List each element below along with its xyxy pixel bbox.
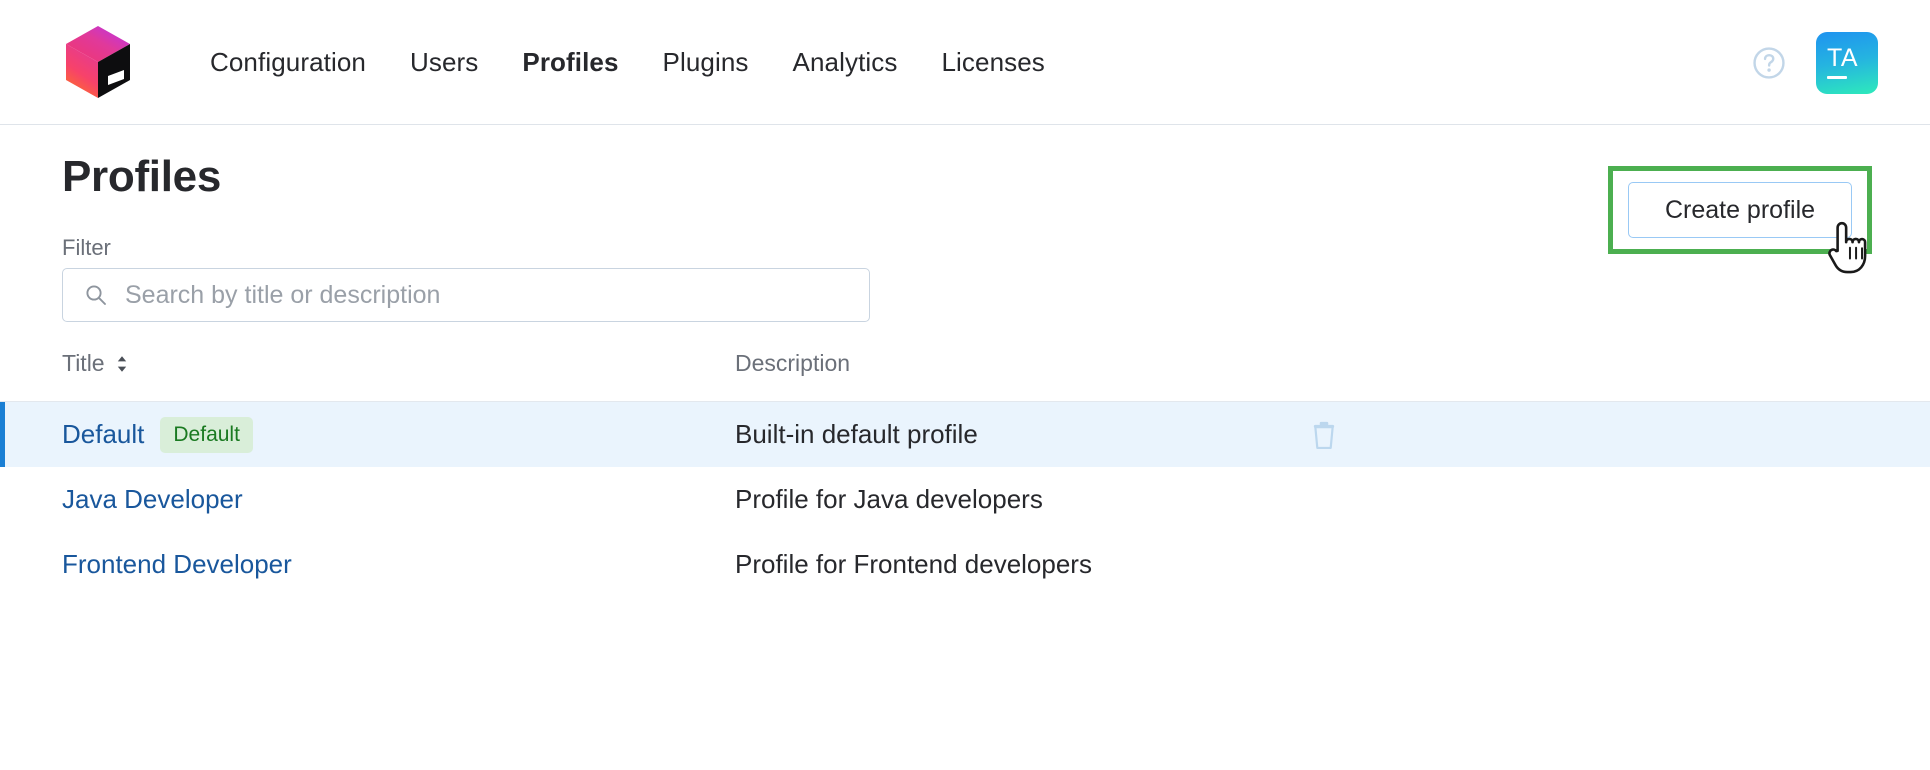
page-content: Profiles Create profile Filter Title (0, 125, 1930, 770)
main-navigation: Configuration Users Profiles Plugins Ana… (188, 41, 1067, 84)
trash-icon[interactable] (1310, 420, 1338, 450)
help-circle-icon[interactable] (1752, 46, 1786, 80)
jetbrains-cube-logo[interactable] (62, 22, 134, 102)
search-input[interactable] (62, 268, 870, 322)
cell-title: Java Developer (62, 484, 735, 515)
nav-item-licenses[interactable]: Licenses (919, 41, 1066, 84)
nav-item-analytics[interactable]: Analytics (771, 41, 920, 84)
nav-item-profiles[interactable]: Profiles (500, 41, 640, 84)
cell-description: Profile for Java developers (735, 484, 1043, 514)
profile-link[interactable]: Default (62, 419, 144, 450)
column-header-title[interactable]: Title (62, 350, 735, 377)
create-profile-button[interactable]: Create profile (1628, 182, 1852, 238)
filter-label: Filter (62, 235, 111, 260)
status-badge: Default (160, 416, 253, 453)
cube-logo-icon (66, 26, 130, 98)
table-row[interactable]: Java Developer Profile for Java develope… (0, 467, 1930, 532)
nav-item-plugins[interactable]: Plugins (641, 41, 771, 84)
profile-link[interactable]: Frontend Developer (62, 549, 292, 580)
top-navigation-bar: Configuration Users Profiles Plugins Ana… (0, 0, 1930, 125)
column-header-title-label: Title (62, 350, 105, 376)
topbar-right-controls: TA (1752, 0, 1878, 125)
table-row[interactable]: Default Default Built-in default profile (0, 402, 1930, 467)
app-root: Configuration Users Profiles Plugins Ana… (0, 0, 1930, 770)
avatar-dash-icon (1827, 76, 1847, 79)
table-header-row: Title Description (0, 350, 1930, 402)
cell-title: Default Default (62, 416, 735, 453)
cell-actions (1310, 402, 1338, 467)
profile-link[interactable]: Java Developer (62, 484, 243, 515)
profiles-table: Title Description Default Default Built-… (0, 350, 1930, 597)
table-row[interactable]: Frontend Developer Profile for Frontend … (0, 532, 1930, 597)
cell-description: Profile for Frontend developers (735, 549, 1092, 579)
page-title: Profiles (62, 152, 221, 201)
search-field-wrapper (62, 268, 870, 322)
avatar[interactable]: TA (1816, 31, 1878, 94)
nav-item-configuration[interactable]: Configuration (188, 41, 388, 84)
column-header-description: Description (735, 350, 851, 376)
sort-chevrons-icon (117, 355, 126, 372)
cell-title: Frontend Developer (62, 549, 735, 580)
nav-item-users[interactable]: Users (388, 41, 500, 84)
avatar-initials: TA (1827, 44, 1859, 72)
